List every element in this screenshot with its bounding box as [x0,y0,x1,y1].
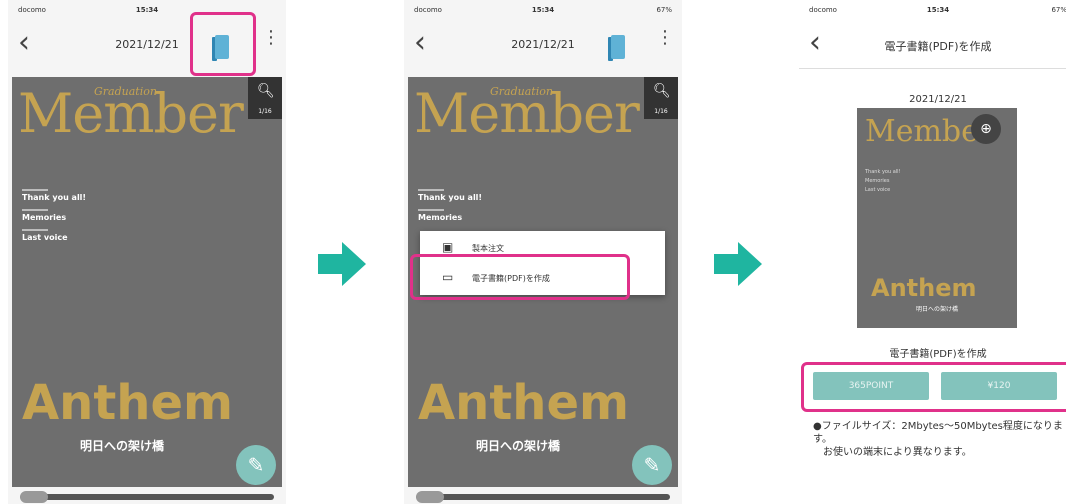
magazine-contents: Thank you all! Memories Last voice [865,168,901,195]
book-icon[interactable] [608,35,628,61]
magazine-brand-sub: Graduation [94,85,157,98]
more-vertical-icon[interactable]: ⋮ [656,29,674,47]
preview-date: 2021/12/21 [909,94,967,105]
contents-item: Thank you all! [418,189,482,202]
contents-item: Thank you all! [865,169,901,175]
note-line: ●ファイルサイズ：2Mbytes〜50Mbytes程度になります。 [813,421,1063,445]
page-indicator: 1/16 [654,108,668,115]
more-vertical-icon[interactable]: ⋮ [262,29,280,47]
page-indicator: 1/16 [258,108,272,115]
scrubber-thumb[interactable] [20,491,48,503]
search-icon: 🔍︎ [257,83,275,99]
search-icon: 🔍︎ [653,83,671,99]
scrubber-thumb[interactable] [416,491,444,503]
contents-item: Memories [418,209,482,222]
magazine-contents: Thank you all! Memories [418,189,482,229]
status-bar: docomo 15:34 67% [404,0,682,22]
status-bar: docomo 15:34 67% [799,0,1066,22]
phone-screen-2: docomo 15:34 67% ‹ 2021/12/21 ⋮ Member G… [404,0,682,504]
contents-item: Memories [22,209,86,222]
magazine-title: Anthem [871,274,977,302]
pdf-section-label: 電子書籍(PDF)を作成 [889,349,987,360]
magazine-subtitle: 明日への架け橋 [475,439,560,453]
clock: 15:34 [531,6,555,14]
contents-item: Last voice [22,229,86,242]
contents-item: Memories [865,178,890,184]
contents-item: Thank you all! [22,189,86,202]
contents-item: Last voice [865,187,891,193]
arrow-right-icon [318,242,366,286]
magazine-contents: Thank you all! Memories Last voice [22,189,86,249]
magazine-title: Anthem [22,375,234,431]
phone-screen-3: docomo 15:34 67% ‹ 電子書籍(PDF)を作成 2021/12/… [799,0,1066,504]
nav-bar: ‹ 電子書籍(PDF)を作成 [799,22,1066,69]
pdf-preview-cover: Member Thank you all! Memories Last voic… [857,108,1017,328]
highlight-purchase-buttons [801,362,1066,412]
clock: 15:34 [926,6,950,14]
menu-item-label: 製本注文 [472,244,504,253]
magazine-subtitle: 明日への架け橋 [915,306,958,313]
magazine-cover[interactable]: Member Graduation Thank you all! Memorie… [12,77,282,487]
pencil-icon[interactable]: ✎ [632,445,672,485]
page-scrubber[interactable] [416,491,670,503]
zoom-button[interactable]: 🔍︎ 1/16 [248,77,282,119]
nav-title: 2021/12/21 [511,38,575,51]
highlight-create-pdf [410,254,630,300]
battery-label: 67% [1051,6,1066,14]
bind-icon: ▣ [442,240,454,254]
page-scrubber[interactable] [20,491,274,503]
file-size-note: ●ファイルサイズ：2Mbytes〜50Mbytes程度になります。 お使いの端末… [813,420,1063,459]
arrow-right-icon [714,242,762,286]
phone-screen-1: docomo 15:34 ‹ 2021/12/21 ⋮ Member Gradu… [8,0,286,504]
nav-title: 電子書籍(PDF)を作成 [884,40,992,53]
zoom-button[interactable]: 🔍︎ 1/16 [644,77,678,119]
magazine-brand-sub: Graduation [490,85,553,98]
magazine-subtitle: 明日への架け橋 [79,439,164,453]
nav-bar: ‹ 2021/12/21 ⋮ [404,22,682,72]
zoom-in-icon[interactable]: ⊕ [971,114,1001,144]
pencil-icon[interactable]: ✎ [236,445,276,485]
highlight-book-icon [190,12,256,76]
note-line: お使いの端末により異なります。 [823,447,972,458]
magazine-title: Anthem [418,375,630,431]
battery-label: 67% [656,6,672,14]
